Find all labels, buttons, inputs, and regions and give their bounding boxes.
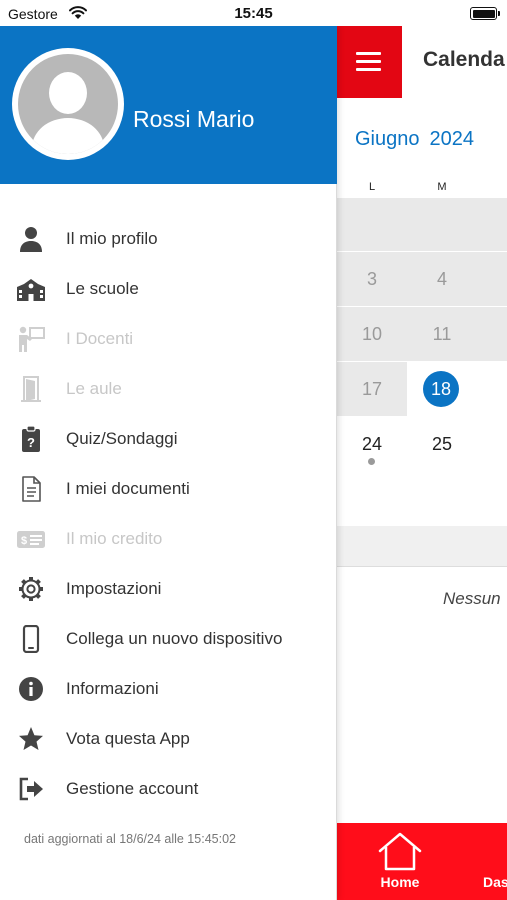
calendar-week-row: 17 18 <box>337 362 507 416</box>
calendar-week-row: 3 4 <box>337 252 507 306</box>
drawer-item-rate-app[interactable]: Vota questa App <box>0 714 337 764</box>
calendar-day[interactable]: 24 <box>337 417 407 471</box>
event-dot <box>368 458 375 465</box>
drawer-item-link-device[interactable]: Collega un nuovo dispositivo <box>0 614 337 664</box>
calendar-day[interactable]: 4 <box>407 252 477 306</box>
weekday-label: M <box>437 181 447 193</box>
today-marker: 18 <box>423 371 459 407</box>
calendar-day[interactable]: 10 <box>337 307 407 361</box>
battery-icon <box>470 7 500 20</box>
drawer-menu: Il mio profilo Le scuole I Docenti Le au… <box>0 214 337 814</box>
calendar-day[interactable]: 3 <box>337 252 407 306</box>
drawer-item-profile[interactable]: Il mio profilo <box>0 214 337 264</box>
money-card-icon: $ <box>17 531 45 548</box>
gear-icon <box>19 577 43 601</box>
month-label: Giugno <box>355 128 420 150</box>
teacher-icon <box>19 326 45 352</box>
drawer-item-settings[interactable]: Impostazioni <box>0 564 337 614</box>
drawer-item-account[interactable]: Gestione account <box>0 764 337 814</box>
calendar-day-today[interactable]: 18 <box>407 362 477 416</box>
door-icon <box>21 376 41 402</box>
user-placeholder-icon <box>18 54 118 154</box>
tab-home-label[interactable]: Home <box>377 874 423 890</box>
home-icon[interactable] <box>377 831 423 873</box>
drawer-item-classrooms[interactable]: Le aule <box>0 364 337 414</box>
last-updated-text: dati aggiornati al 18/6/24 alle 15:45:02 <box>24 832 236 846</box>
empty-events-panel: Nessun <box>337 566 507 630</box>
calendar-screen: Calenda Giugno 2024 L M 3 4 10 11 17 18 2… <box>337 26 507 900</box>
weekday-label: L <box>368 181 376 193</box>
drawer-item-documents[interactable]: I miei documenti <box>0 464 337 514</box>
drawer-item-info[interactable]: Informazioni <box>0 664 337 714</box>
empty-events-message: Nessun <box>443 589 501 608</box>
school-icon <box>17 279 45 301</box>
drawer-header: Rossi Mario <box>0 26 337 184</box>
status-bar: Gestore 15:45 <box>0 0 507 26</box>
quiz-clipboard-icon: ? <box>22 425 40 452</box>
drawer-item-quiz[interactable]: ? Quiz/Sondaggi <box>0 414 337 464</box>
calendar-week-row: 24 25 <box>337 417 507 471</box>
calendar-week-row: 10 11 <box>337 307 507 361</box>
svg-text:?: ? <box>27 435 35 450</box>
document-icon <box>22 476 41 502</box>
calendar-separator <box>337 526 507 566</box>
avatar[interactable] <box>12 48 124 160</box>
month-selector[interactable]: Giugno 2024 <box>355 128 474 151</box>
clock-time: 15:45 <box>234 5 273 22</box>
bottom-tab-bar: Home Das <box>337 823 507 900</box>
smartphone-icon <box>22 625 40 653</box>
person-icon <box>20 227 42 252</box>
drawer-item-credit[interactable]: $ Il mio credito <box>0 514 337 564</box>
user-name: Rossi Mario <box>133 106 255 132</box>
drawer-item-schools[interactable]: Le scuole <box>0 264 337 314</box>
drawer-item-teachers[interactable]: I Docenti <box>0 314 337 364</box>
calendar-day[interactable]: 17 <box>337 362 407 416</box>
logout-icon <box>19 777 43 801</box>
calendar-day[interactable]: 11 <box>407 307 477 361</box>
calendar-empty-row <box>337 198 507 251</box>
calendar-day[interactable]: 25 <box>407 417 477 471</box>
hamburger-menu-button[interactable] <box>337 26 402 98</box>
star-icon <box>19 727 43 750</box>
year-label: 2024 <box>429 128 475 150</box>
tab-dashboard-label[interactable]: Das <box>483 874 507 890</box>
info-icon <box>19 677 43 701</box>
page-title: Calenda <box>423 48 505 71</box>
svg-text:$: $ <box>21 535 27 547</box>
navigation-drawer: Rossi Mario Il mio profilo Le scuole I D… <box>0 26 337 900</box>
